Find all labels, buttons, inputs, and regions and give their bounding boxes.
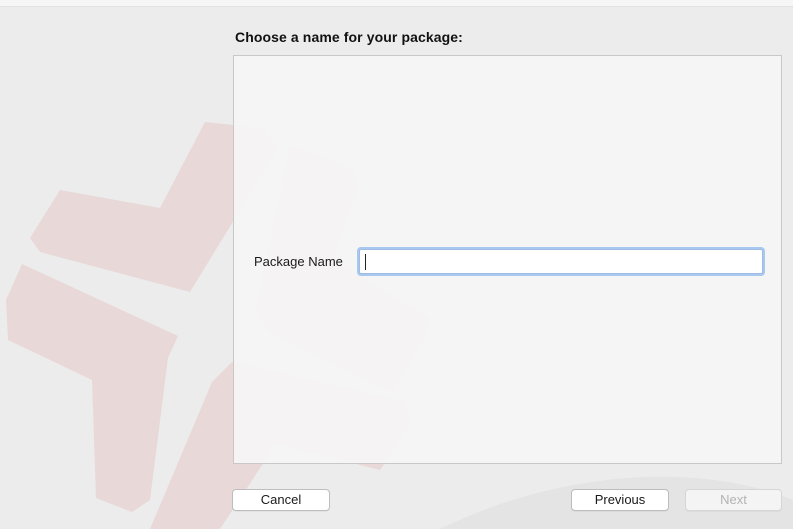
- text-cursor: [365, 254, 366, 270]
- previous-button[interactable]: Previous: [571, 489, 669, 511]
- cancel-button[interactable]: Cancel: [232, 489, 330, 511]
- package-name-label: Package Name: [254, 254, 343, 269]
- page-heading: Choose a name for your package:: [235, 29, 463, 45]
- package-name-input[interactable]: [359, 249, 763, 274]
- next-button[interactable]: Next: [685, 489, 782, 511]
